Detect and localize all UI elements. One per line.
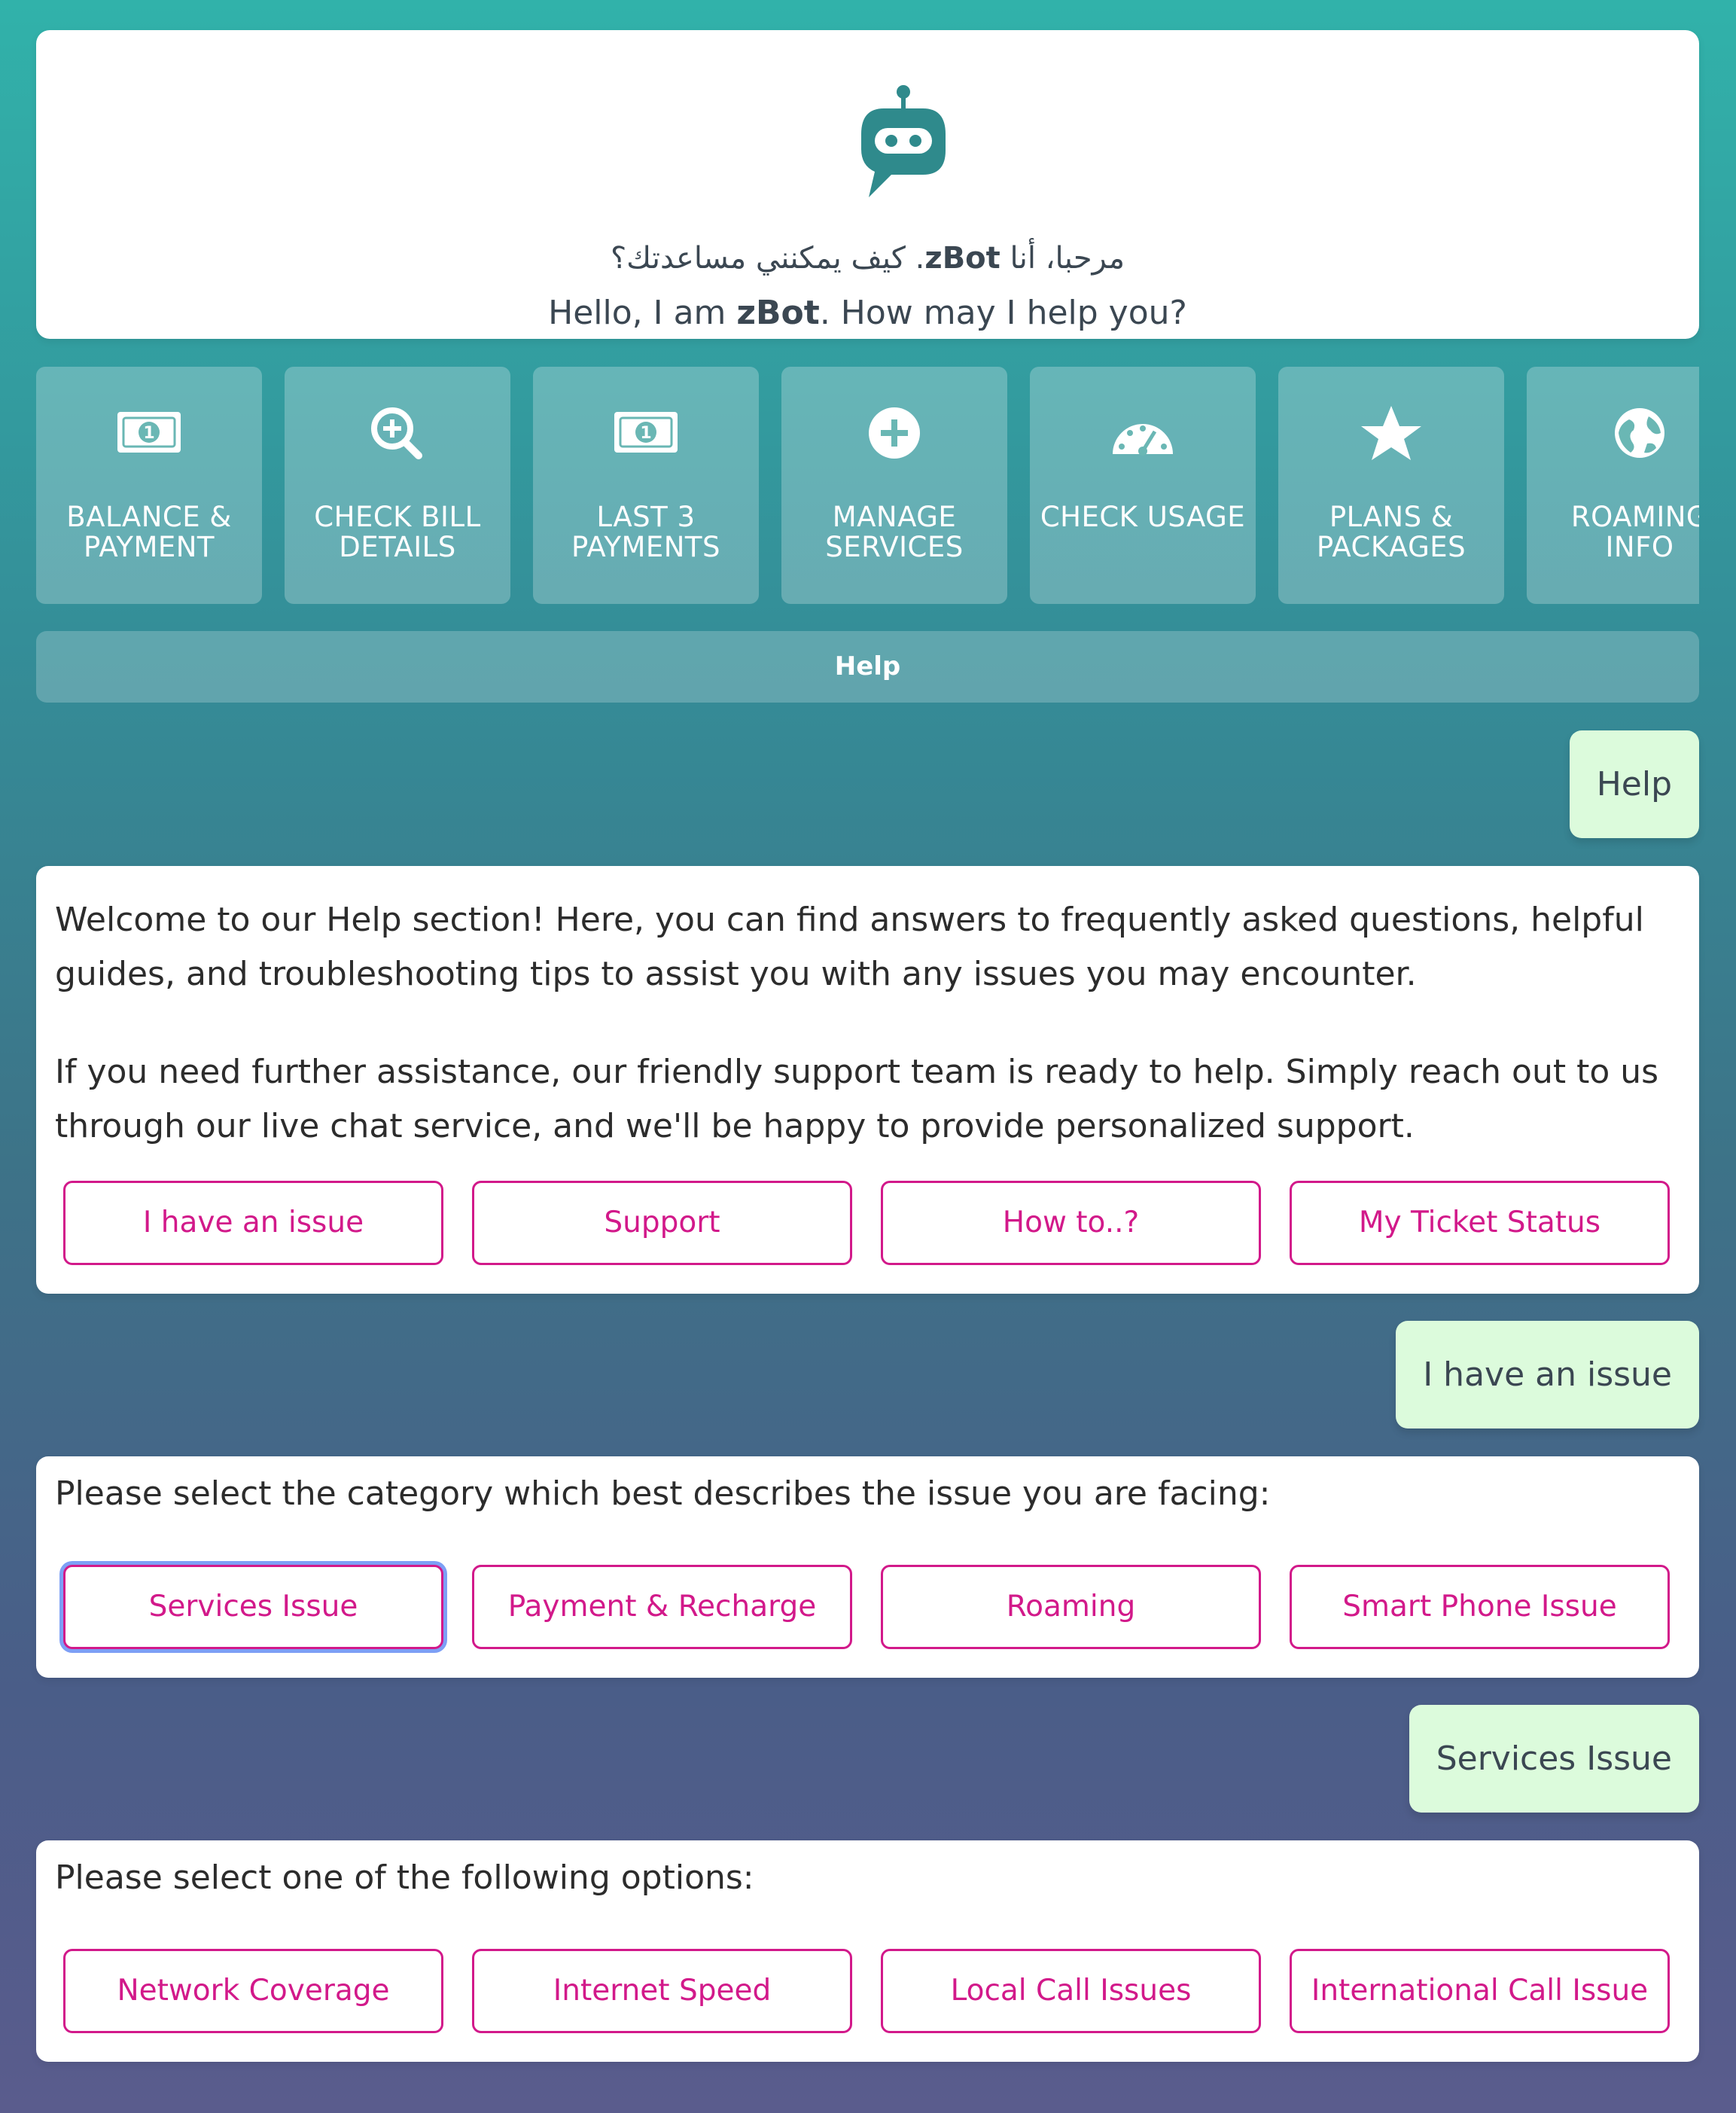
option-internet-speed[interactable]: Internet Speed: [472, 1949, 852, 2033]
menu-plans-packages[interactable]: PLANS & PACKAGES: [1278, 367, 1504, 604]
bot-message-help: Welcome to our Help section! Here, you c…: [36, 866, 1699, 1294]
svg-text:1: 1: [143, 424, 154, 443]
search-plus-icon: [371, 407, 422, 459]
greeting-arabic: مرحبا، أنا zBot. كيف يمكنني مساعدتك؟: [610, 241, 1125, 276]
option-support[interactable]: Support: [472, 1181, 852, 1265]
option-roaming[interactable]: Roaming: [881, 1565, 1261, 1649]
user-message-services-issue: Services Issue: [1409, 1705, 1699, 1813]
menu-check-usage[interactable]: CHECK USAGE: [1030, 367, 1256, 604]
menu-check-bill-details[interactable]: CHECK BILL DETAILS: [285, 367, 510, 604]
menu-roaming-info[interactable]: ROAMING INFO: [1527, 367, 1699, 604]
greeting-english: Hello, I am zBot. How may I help you?: [548, 294, 1187, 332]
option-how-to[interactable]: How to..?: [881, 1181, 1261, 1265]
user-message-help: Help: [1569, 730, 1699, 838]
plus-circle-icon: [869, 407, 920, 459]
welcome-header: مرحبا، أنا zBot. كيف يمكنني مساعدتك؟ Hel…: [36, 30, 1699, 339]
option-local-call-issues[interactable]: Local Call Issues: [881, 1949, 1261, 2033]
menu-balance-payment[interactable]: 1 BALANCE & PAYMENT: [36, 367, 262, 604]
option-international-call-issue[interactable]: International Call Issue: [1290, 1949, 1670, 2033]
money-bill-icon: 1: [614, 412, 678, 453]
option-i-have-an-issue[interactable]: I have an issue: [63, 1181, 443, 1265]
options-prompt-text: Please select one of the following optio…: [55, 1858, 754, 1897]
star-icon: [1361, 406, 1421, 460]
help-support-text: If you need further assistance, our frie…: [55, 1053, 1659, 1145]
menu-manage-services[interactable]: MANAGE SERVICES: [781, 367, 1007, 604]
quick-menu: 1 BALANCE & PAYMENT CHECK BILL DETAILS 1…: [36, 367, 1699, 604]
svg-text:1: 1: [640, 424, 651, 443]
gauge-icon: [1113, 424, 1173, 456]
help-button[interactable]: Help: [36, 631, 1699, 703]
help-intro-text: Welcome to our Help section! Here, you c…: [55, 901, 1644, 993]
money-bill-icon: 1: [117, 412, 181, 453]
category-prompt-text: Please select the category which best de…: [55, 1474, 1271, 1513]
option-network-coverage[interactable]: Network Coverage: [63, 1949, 443, 2033]
bot-message-category: Please select the category which best de…: [36, 1456, 1699, 1678]
option-my-ticket-status[interactable]: My Ticket Status: [1290, 1181, 1670, 1265]
robot-chat-icon: [861, 85, 946, 197]
globe-icon: [1615, 408, 1664, 458]
option-services-issue[interactable]: Services Issue: [63, 1565, 443, 1649]
option-payment-recharge[interactable]: Payment & Recharge: [472, 1565, 852, 1649]
option-smart-phone-issue[interactable]: Smart Phone Issue: [1290, 1565, 1670, 1649]
user-message-issue: I have an issue: [1396, 1321, 1699, 1428]
menu-last-3-payments[interactable]: 1 LAST 3 PAYMENTS: [533, 367, 759, 604]
bot-message-options: Please select one of the following optio…: [36, 1840, 1699, 2062]
